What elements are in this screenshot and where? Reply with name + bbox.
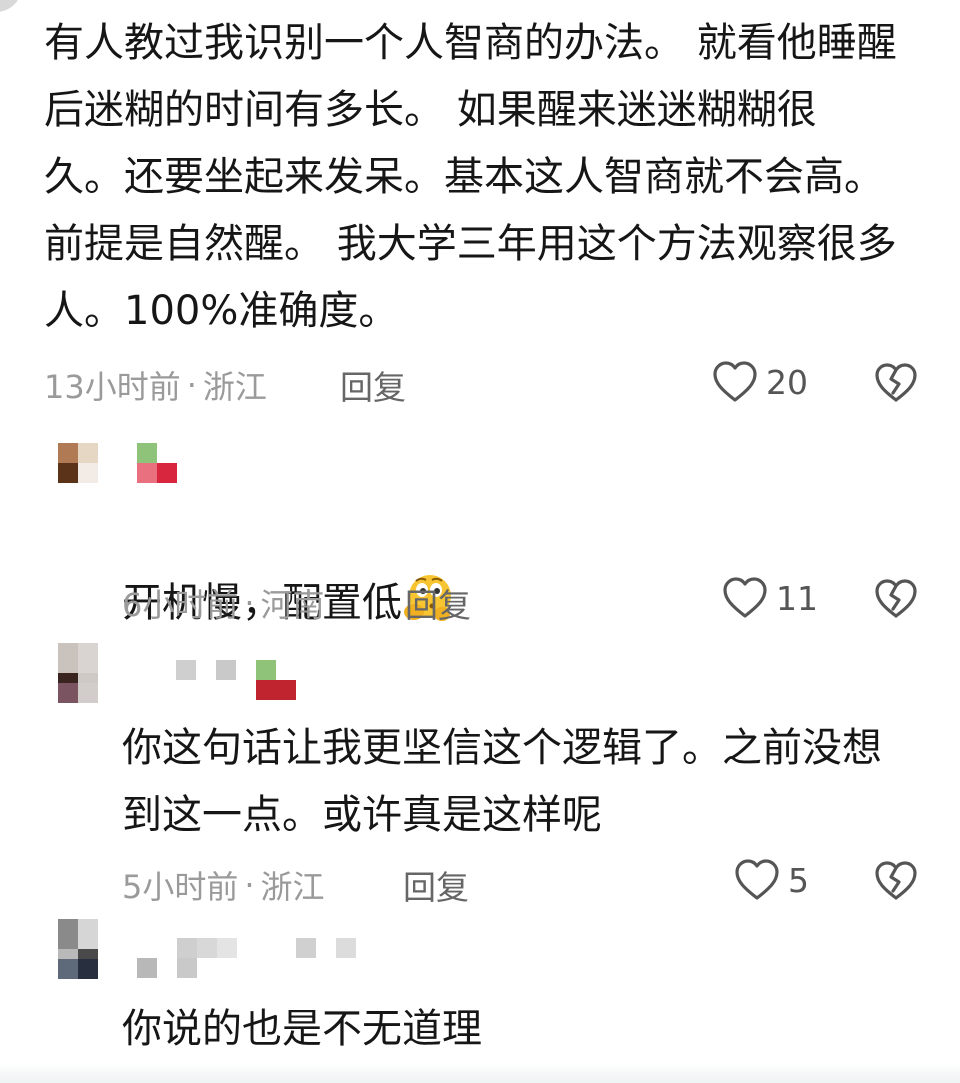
broken-heart-icon	[874, 860, 918, 902]
comment-time: 6小时前	[122, 586, 239, 624]
reply-button[interactable]: 回复	[405, 579, 471, 627]
username-blurred[interactable]	[137, 443, 177, 483]
username-blurred[interactable]	[137, 938, 237, 978]
username-badge-blurred	[256, 660, 296, 700]
heart-outline-icon	[722, 576, 768, 620]
like-button[interactable]: 5	[734, 858, 809, 902]
reply-button[interactable]: 回复	[340, 361, 406, 409]
broken-heart-icon	[874, 578, 918, 620]
like-count: 20	[766, 362, 808, 402]
comment-time: 13小时前	[44, 368, 181, 406]
dislike-button[interactable]	[874, 578, 918, 620]
reply-button[interactable]: 回复	[403, 861, 469, 909]
comment-location: 河南	[260, 586, 325, 624]
like-count: 11	[776, 578, 818, 618]
comment-time: 5小时前	[122, 868, 239, 906]
previous-avatar-edge	[0, 0, 22, 12]
comment-text: 你说的也是不无道理	[122, 1006, 482, 1052]
heart-outline-icon	[712, 360, 758, 404]
avatar-bottom-blur	[58, 959, 98, 979]
avatar-bottom-blur	[58, 683, 98, 703]
comment-text: 你这句话让我更坚信这个逻辑了。之前没想 到这一点。或许真是这样呢	[122, 725, 882, 838]
comment-text: 有人教过我识别一个人智商的办法。 就看他睡醒 后迷糊的时间有多长。 如果醒来迷迷…	[44, 20, 897, 334]
dislike-button[interactable]	[874, 362, 918, 404]
meta-separator: ·	[244, 584, 255, 622]
avatar[interactable]	[58, 443, 98, 483]
bottom-fade	[0, 1063, 960, 1083]
comment-location: 浙江	[202, 368, 267, 406]
username-badge-blurred	[296, 938, 356, 958]
like-button[interactable]: 11	[722, 576, 818, 620]
comment-meta: 13小时前 · 浙江	[44, 362, 267, 408]
like-count: 5	[788, 860, 809, 900]
comment-meta: 5小时前 · 浙江	[122, 862, 325, 908]
meta-separator: ·	[244, 866, 255, 904]
heart-outline-icon	[734, 858, 780, 902]
dislike-button[interactable]	[874, 860, 918, 902]
comment-location: 浙江	[260, 868, 325, 906]
like-button[interactable]: 20	[712, 360, 808, 404]
meta-separator: ·	[186, 366, 197, 404]
username-blurred[interactable]	[176, 660, 236, 680]
comment-meta: 6小时前 · 河南	[122, 580, 325, 626]
broken-heart-icon	[874, 362, 918, 404]
